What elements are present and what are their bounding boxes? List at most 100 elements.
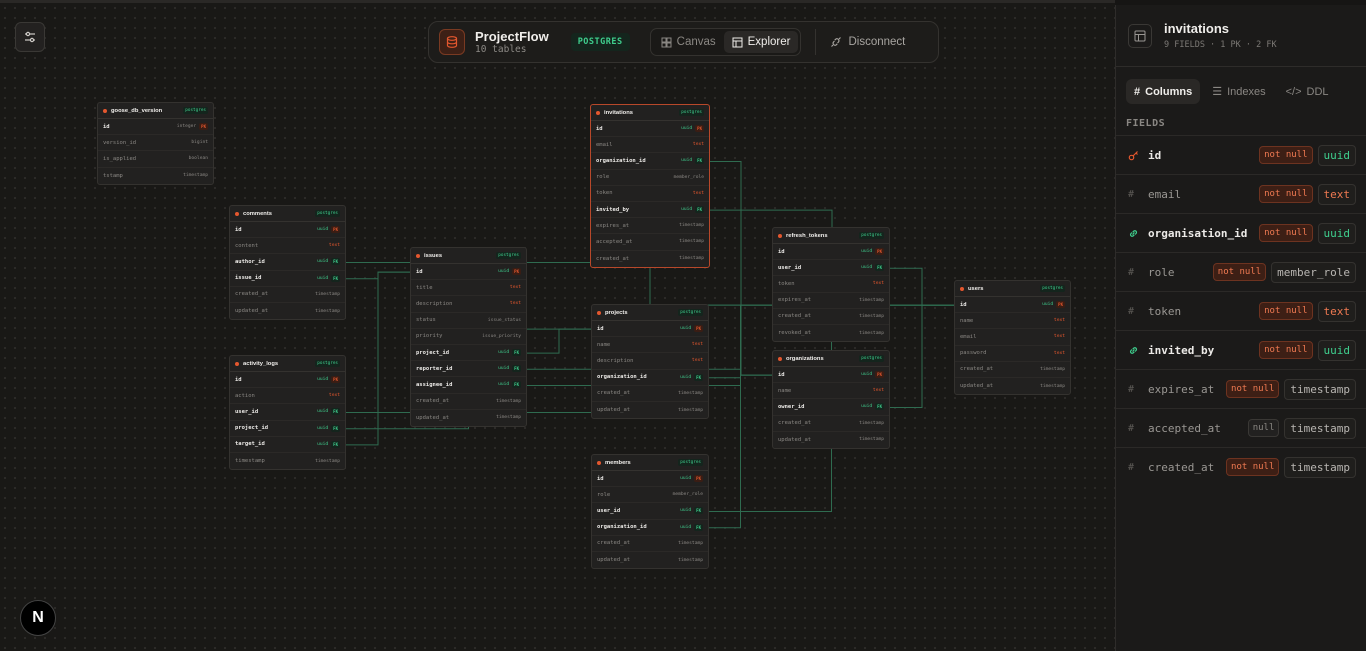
table-node-activity-logs[interactable]: activity_logs postgres id uuid PK action text u… (229, 355, 346, 471)
table-column-row[interactable]: issue_id uuid FK (230, 271, 345, 287)
table-column-row[interactable]: name text (592, 337, 708, 354)
field-row[interactable]: id not null uuid (1116, 135, 1366, 174)
table-column-row[interactable]: action text (230, 388, 345, 405)
table-node-comments[interactable]: comments postgres id uuid PK content text autho… (229, 205, 346, 321)
table-column-row[interactable]: id uuid PK (230, 222, 345, 239)
disconnect-button[interactable]: Disconnect (815, 29, 905, 55)
table-dot-icon (778, 233, 782, 238)
table-column-row[interactable]: tstamp timestamp (98, 168, 213, 184)
table-column-row[interactable]: role member_role (592, 487, 708, 504)
table-node-refresh-tokens[interactable]: refresh_tokens postgres id uuid PK user_id uui… (772, 227, 890, 343)
table-column-row[interactable]: expires_at timestamp (591, 218, 709, 235)
table-column-row[interactable]: invited_by uuid FK (591, 202, 709, 219)
table-column-row[interactable]: id uuid PK (773, 244, 889, 261)
table-column-row[interactable]: created_at timestamp (230, 287, 345, 303)
field-row[interactable]: # role not null member_role (1116, 252, 1366, 291)
table-column-row[interactable]: created_at timestamp (955, 362, 1070, 378)
table-node-invitations[interactable]: invitations postgres id uuid PK email text orga… (590, 104, 710, 268)
table-node-organizations[interactable]: organizations postgres id uuid PK name text own… (772, 350, 890, 449)
table-column-row[interactable]: project_id uuid FK (411, 345, 526, 362)
table-column-row[interactable]: user_id uuid FK (230, 404, 345, 421)
table-column-row[interactable]: created_at timestamp (773, 309, 889, 325)
table-column-row[interactable]: organization_id uuid FK (592, 370, 708, 386)
table-column-row[interactable]: user_id uuid FK (592, 503, 708, 520)
table-column-row[interactable]: password text (955, 346, 1070, 362)
table-column-row[interactable]: role member_role (591, 170, 709, 186)
table-column-row[interactable]: id uuid PK (773, 367, 889, 384)
field-row[interactable]: # email not null text (1116, 174, 1366, 213)
table-column-row[interactable]: id uuid PK (592, 471, 708, 488)
table-column-row[interactable]: content text (230, 238, 345, 255)
table-column-row[interactable]: name text (773, 383, 889, 400)
schema-canvas[interactable]: goose_db_version postgres id integer PK versi… (0, 0, 1115, 651)
table-column-row[interactable]: updated_at timestamp (230, 303, 345, 319)
table-column-row[interactable]: created_at timestamp (592, 536, 708, 552)
canvas-settings-button[interactable] (15, 22, 45, 52)
table-column-row[interactable]: token text (591, 186, 709, 202)
table-node-issues[interactable]: issues postgres id uuid PK title text descripti… (410, 247, 527, 427)
table-column-row[interactable]: updated_at timestamp (592, 402, 708, 418)
table-column-row[interactable]: created_at timestamp (591, 251, 709, 267)
tab-columns[interactable]: # Columns (1126, 79, 1201, 104)
field-row[interactable]: invited_by not null uuid (1116, 330, 1366, 369)
table-column-row[interactable]: author_id uuid FK (230, 254, 345, 271)
table-column-row[interactable]: id uuid PK (411, 264, 526, 281)
table-column-row[interactable]: expires_at timestamp (773, 293, 889, 309)
table-column-row[interactable]: is_applied boolean (98, 151, 213, 168)
table-node-members[interactable]: members postgres id uuid PK role member_role us… (591, 454, 709, 570)
table-column-row[interactable]: id integer PK (98, 119, 213, 136)
field-row[interactable]: # created_at not null timestamp (1116, 447, 1366, 486)
tab-indexes[interactable]: ☰ Indexes (1204, 79, 1273, 104)
table-column-row[interactable]: created_at timestamp (592, 386, 708, 402)
column-name: id (235, 226, 242, 233)
table-column-row[interactable]: created_at timestamp (411, 394, 526, 410)
table-column-row[interactable]: id uuid PK (592, 321, 708, 338)
field-row[interactable]: organisation_id not null uuid (1116, 213, 1366, 252)
table-column-row[interactable]: target_id uuid FK (230, 437, 345, 453)
table-column-row[interactable]: organization_id uuid FK (592, 520, 708, 536)
column-type: uuid (498, 366, 510, 372)
table-column-row[interactable]: id uuid PK (230, 372, 345, 389)
table-column-row[interactable]: reporter_id uuid FK (411, 361, 526, 378)
table-column-row[interactable]: description text (411, 296, 526, 313)
relationship-edge (346, 271, 410, 446)
table-column-row[interactable]: user_id uuid FK (773, 260, 889, 277)
column-name: role (597, 491, 611, 498)
table-column-row[interactable]: description text (592, 353, 708, 370)
table-column-row[interactable]: updated_at timestamp (773, 432, 889, 448)
table-column-row[interactable]: status issue_status (411, 313, 526, 329)
canvas-view-button[interactable]: Canvas (653, 31, 724, 53)
table-column-row[interactable]: timestamp timestamp (230, 453, 345, 469)
table-column-row[interactable]: id uuid PK (955, 297, 1070, 314)
table-column-row[interactable]: title text (411, 280, 526, 297)
table-column-row[interactable]: email text (955, 329, 1070, 346)
column-type: uuid (317, 409, 329, 415)
table-column-row[interactable]: updated_at timestamp (955, 378, 1070, 394)
table-column-row[interactable]: owner_id uuid FK (773, 399, 889, 416)
table-column-row[interactable]: updated_at timestamp (592, 552, 708, 568)
table-column-row[interactable]: revoked_at timestamp (773, 325, 889, 341)
table-column-row[interactable]: version_id bigint (98, 135, 213, 152)
table-node-users[interactable]: users postgres id uuid PK name text email text pa… (954, 280, 1071, 396)
column-name: updated_at (597, 557, 631, 564)
table-column-row[interactable]: created_at timestamp (773, 416, 889, 432)
table-node-projects[interactable]: projects postgres id uuid PK name text descript… (591, 304, 709, 420)
table-column-row[interactable]: project_id uuid FK (230, 421, 345, 437)
table-column-row[interactable]: id uuid PK (591, 121, 709, 138)
tab-ddl[interactable]: </> DDL (1278, 79, 1337, 104)
table-column-row[interactable]: accepted_at timestamp (591, 234, 709, 251)
table-column-row[interactable]: name text (955, 313, 1070, 330)
table-node-goose-db-version[interactable]: goose_db_version postgres id integer PK versi… (97, 102, 214, 185)
field-row[interactable]: # accepted_at null timestamp (1116, 408, 1366, 447)
field-type-badge: uuid (1317, 339, 1356, 361)
table-column-row[interactable]: assignee_id uuid FK (411, 377, 526, 394)
table-column-row[interactable]: updated_at timestamp (411, 410, 526, 426)
table-column-row[interactable]: token text (773, 276, 889, 293)
explorer-view-button[interactable]: Explorer (723, 31, 799, 53)
table-column-row[interactable]: priority issue_priority (411, 329, 526, 345)
table-column-row[interactable]: email text (591, 137, 709, 154)
nextjs-devtools-button[interactable]: N (20, 600, 56, 636)
field-row[interactable]: # token not null text (1116, 291, 1366, 330)
field-row[interactable]: # expires_at not null timestamp (1116, 369, 1366, 408)
table-column-row[interactable]: organization_id uuid FK (591, 153, 709, 170)
